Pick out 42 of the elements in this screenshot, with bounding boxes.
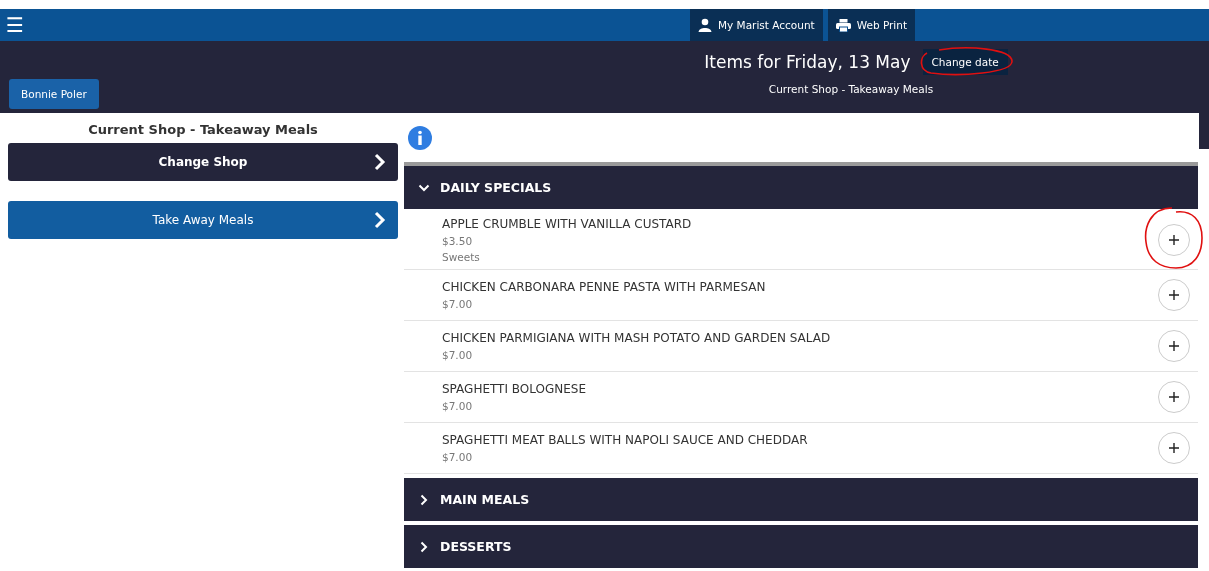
current-shop-label: Current Shop - Takeaway Meals — [767, 83, 934, 95]
page-title: Items for Friday, 13 May — [704, 52, 911, 72]
nav-button[interactable]: My Marist Account — [690, 9, 823, 41]
plus-icon — [1169, 341, 1179, 351]
chevron-right-icon — [374, 211, 386, 229]
chevron-right-icon — [374, 153, 386, 171]
add-button[interactable] — [1158, 381, 1190, 413]
item-price: $7.00 — [442, 298, 474, 310]
item-price: $7.00 — [442, 400, 474, 412]
menu-icon[interactable]: ☰ — [0, 15, 24, 35]
plus-icon — [1169, 235, 1179, 245]
add-button[interactable] — [1158, 432, 1190, 464]
sidebar-item[interactable]: Change Shop — [8, 143, 398, 181]
plus-icon — [1169, 392, 1179, 402]
section-header[interactable]: MAIN MEALS — [404, 478, 1198, 521]
item-name: APPLE CRUMBLE WITH VANILLA CUSTARD — [442, 217, 693, 231]
add-button[interactable] — [1158, 279, 1190, 311]
section-header[interactable]: DESSERTS — [404, 525, 1198, 568]
change-date-button[interactable]: Change date — [922, 49, 1008, 75]
person-icon — [698, 18, 712, 32]
item-category: Sweets — [442, 251, 481, 263]
printer-icon — [835, 18, 851, 32]
info-icon[interactable] — [408, 125, 432, 150]
plus-icon — [1169, 443, 1179, 453]
item-name: SPAGHETTI BOLOGNESE — [442, 382, 588, 396]
plus-icon — [1169, 290, 1179, 300]
chevron-right-icon — [418, 493, 430, 506]
scrollbar[interactable] — [1199, 113, 1209, 149]
add-button[interactable] — [1158, 224, 1190, 256]
user-button[interactable]: Bonnie Poler — [9, 79, 99, 109]
item-price: $7.00 — [442, 349, 474, 361]
nav-button[interactable]: Web Print — [827, 9, 916, 41]
item-price: $7.00 — [442, 451, 474, 463]
item-name: SPAGHETTI MEAT BALLS WITH NAPOLI SAUCE AND CHEDDAR — [442, 433, 809, 447]
sidebar-item[interactable]: Take Away Meals — [8, 201, 398, 239]
item-price: $3.50 — [442, 235, 474, 247]
sidebar-heading: Current Shop - Takeaway Meals — [87, 121, 319, 139]
add-button[interactable] — [1158, 330, 1190, 362]
item-name: CHICKEN CARBONARA PENNE PASTA WITH PARMESAN — [442, 280, 767, 294]
item-name: CHICKEN PARMIGIANA WITH MASH POTATO AND GARDEN SALAD — [442, 331, 832, 345]
chevron-right-icon — [418, 540, 430, 553]
section-header[interactable]: DAILY SPECIALS — [404, 166, 1198, 209]
